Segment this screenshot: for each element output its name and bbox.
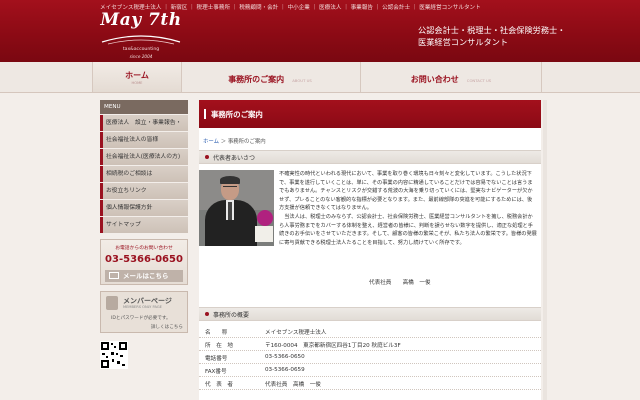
greeting-text: 不確実性の時代といわれる現代において、事業を取り巻く環境も日々刻々と変化していま…: [279, 170, 537, 247]
member-details-link[interactable]: 詳しくはこちら: [151, 324, 183, 330]
nav-contact-sub: CONTACT US: [466, 78, 492, 83]
table-row: 所 在 地 〒160-0004 東京都新宿区四谷1丁目20 秋庭ビル3F: [199, 338, 541, 351]
site-logo[interactable]: May 7th tax&accounting since 2004: [96, 10, 186, 59]
member-subtitle: MEMBERS ONLY PAGE: [123, 305, 162, 309]
sidebar: MENU 医療法人 設立・事業報告・ 社会福祉法人の皆様 社会福祉法人(医療法人…: [100, 100, 188, 371]
logo-since: since 2004: [129, 54, 153, 59]
sidebar-item-inheritance[interactable]: 相続税のご相談は: [100, 166, 188, 182]
sidebar-menu-title: MENU: [100, 100, 188, 114]
tel-number[interactable]: 03-5366-0650: [101, 254, 187, 265]
breadcrumb-home[interactable]: ホーム: [203, 139, 219, 145]
sidebar-item-social-welfare[interactable]: 社会福祉法人の皆様: [100, 132, 188, 148]
lock-icon: [106, 296, 118, 310]
info-key: 名 称: [205, 330, 228, 336]
greeting-paragraph-1: 不確実性の時代といわれる現代において、事業を取り巻く環境も日々刻々と変化していま…: [279, 171, 533, 212]
office-info-table: 名 称 メイセブンス税理士法人 所 在 地 〒160-0004 東京都新宿区四谷…: [199, 325, 541, 390]
envelope-icon: [109, 272, 119, 279]
mail-button-label: メールはこちら: [123, 272, 169, 280]
tel-label: お電話からのお問い合わせ: [115, 246, 173, 251]
nav-office[interactable]: 事務所のご案内 ABOUT US: [180, 62, 360, 92]
info-key: 代 表 者: [205, 382, 233, 388]
overview-heading: 事務所の概要: [213, 312, 250, 319]
page-title-bar: 事務所のご案内: [199, 100, 541, 128]
table-row: FAX番号 03-5366-0659: [199, 364, 541, 377]
page-title: 事務所のご案内: [211, 110, 263, 119]
member-description: IDとパスワードが必要です。: [111, 316, 171, 321]
overview-section-header: 事務所の概要: [199, 307, 541, 321]
info-value: 03-5366-0650: [265, 354, 305, 360]
contact-box: お電話からのお問い合わせ 03-5366-0650 メールはこちら: [100, 239, 188, 285]
global-nav: ホーム HOME 事務所のご案内 ABOUT US お問い合わせ CONTACT U…: [0, 62, 640, 93]
sidebar-item-links[interactable]: お役立ちリンク: [100, 183, 188, 199]
nav-contact-label: お問い合わせ: [410, 75, 459, 84]
greeting-heading: 代表者あいさつ: [213, 155, 256, 162]
mail-button[interactable]: メールはこちら: [105, 270, 183, 282]
greeting-paragraph-2: 当法人は、税理士のみならず、公認会計士、社会保険労務士、医業経営コンサルタントを…: [279, 213, 537, 246]
header-tagline: 公認会計士・税理士・社会保険労務士・ 医業経営コンサルタント: [418, 24, 565, 48]
nav-home-sub: HOME: [131, 81, 143, 85]
title-marker: [204, 109, 206, 119]
section-bullet-icon: [205, 312, 209, 316]
nav-home-label: ホーム: [125, 71, 149, 80]
member-page-banner[interactable]: メンバーページ MEMBERS ONLY PAGE IDとパスワードが必要です。…: [100, 291, 188, 333]
info-value: 〒160-0004 東京都新宿区四谷1丁目20 秋庭ビル3F: [265, 343, 401, 349]
qr-code-icon: [100, 341, 128, 369]
table-row: 名 称 メイセブンス税理士法人: [199, 325, 541, 338]
logo-tagline: tax&accounting: [122, 47, 160, 52]
info-key: FAX番号: [205, 369, 227, 375]
nav-office-label: 事務所のご案内: [228, 75, 285, 84]
table-row: 電話番号 03-5366-0650: [199, 351, 541, 364]
breadcrumb-current: 事務所のご案内: [227, 139, 266, 145]
logo-text: May 7th: [100, 10, 182, 30]
site-header: メイセブンス税理士法人 ｜ 新宿区 ｜ 税理士事務所 ｜ 税務顧問・会計 ｜ 中…: [0, 0, 640, 62]
tagline-line2: 医業経営コンサルタント: [418, 37, 509, 47]
breadcrumb-separator: ＞: [220, 139, 227, 145]
sidebar-item-privacy[interactable]: 個人情報保護方針: [100, 200, 188, 216]
nav-office-sub: ABOUT US: [292, 78, 312, 83]
content-edge: [543, 100, 547, 400]
tagline-line1: 公認会計士・税理士・社会保険労務士・: [418, 25, 566, 35]
info-value: メイセブンス税理士法人: [265, 330, 327, 336]
sidebar-item-sitemap[interactable]: サイトマップ: [100, 217, 188, 233]
nav-contact[interactable]: お問い合わせ CONTACT US: [360, 62, 542, 92]
main-content: 事務所のご案内 ホーム ＞ 事務所のご案内 代表者あいさつ 不確実性の時代といわ…: [199, 100, 541, 400]
info-key: 電話番号: [205, 356, 228, 362]
sidebar-item-welfare-medical[interactable]: 社会福祉法人(医療法人の方): [100, 149, 188, 165]
sidebar-item-medical-corp[interactable]: 医療法人 設立・事業報告・: [100, 115, 188, 131]
nav-home[interactable]: ホーム HOME: [92, 62, 182, 92]
representative-photo: [199, 170, 274, 246]
section-bullet-icon: [205, 155, 209, 159]
signature: 代表社員 高橋 一俊: [369, 280, 431, 286]
info-key: 所 在 地: [205, 343, 233, 349]
breadcrumb: ホーム ＞ 事務所のご案内: [203, 137, 266, 145]
greeting-section-header: 代表者あいさつ: [199, 150, 541, 164]
logo-swoosh-icon: [101, 35, 181, 45]
info-value: 代表社員 高橋 一俊: [265, 382, 321, 388]
info-value: 03-5366-0659: [265, 367, 305, 373]
table-row: 代 表 者 代表社員 高橋 一俊: [199, 377, 541, 390]
